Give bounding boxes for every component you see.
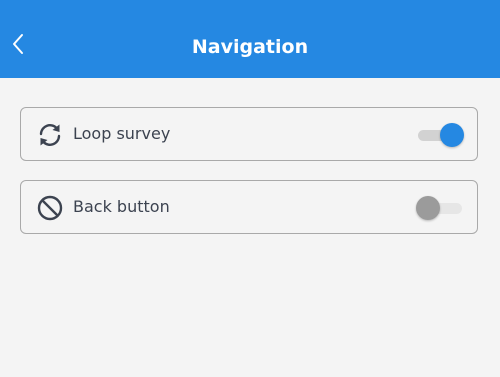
loop-icon (36, 121, 64, 149)
setting-label: Loop survey (73, 124, 171, 143)
toggle-knob (440, 123, 464, 147)
setting-back-button[interactable]: Back button (20, 180, 478, 234)
page-title: Navigation (191, 36, 309, 58)
app-header: Navigation (0, 0, 500, 78)
setting-loop-survey[interactable]: Loop survey (20, 107, 478, 161)
back-button-toggle[interactable] (416, 195, 466, 221)
loop-survey-toggle[interactable] (416, 122, 466, 148)
prohibited-icon (36, 194, 64, 222)
toggle-knob (416, 196, 440, 220)
setting-label: Back button (73, 197, 170, 216)
